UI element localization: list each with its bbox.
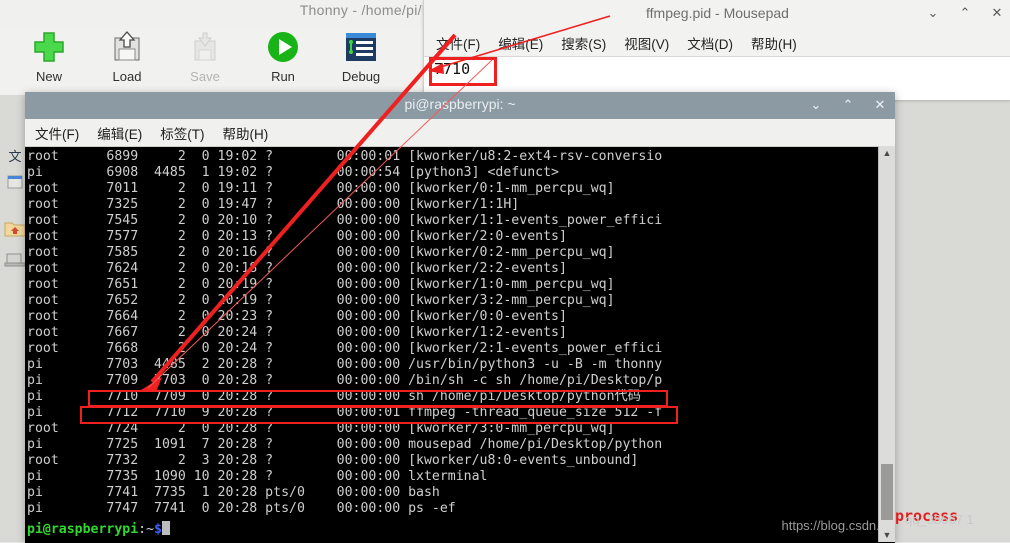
close-button[interactable]: ✕ bbox=[989, 3, 1005, 23]
maximize-button[interactable]: ⌃ bbox=[841, 95, 855, 115]
prompt-user-host: pi@raspberrypi bbox=[27, 522, 139, 537]
debug-label: Debug bbox=[341, 69, 381, 84]
menu-item-view[interactable]: 视图(V) bbox=[624, 33, 669, 53]
menu-item-file[interactable]: 文件(F) bbox=[35, 123, 79, 143]
mousepad-window-buttons: ⌄ ⌃ ✕ bbox=[925, 3, 1005, 23]
load-button[interactable]: Load bbox=[88, 26, 166, 84]
save-label: Save bbox=[190, 69, 220, 84]
close-button[interactable]: ✕ bbox=[873, 95, 887, 115]
menu-item-tabs[interactable]: 标签(T) bbox=[160, 123, 204, 143]
highlight-box-row-7710 bbox=[88, 390, 668, 407]
play-icon bbox=[244, 26, 322, 68]
save-button[interactable]: Save bbox=[166, 26, 244, 84]
terminal-cursor bbox=[162, 521, 170, 535]
terminal-titlebar[interactable]: pi@raspberrypi: ~ ⌄ ⌃ ✕ bbox=[25, 92, 895, 119]
load-label: Load bbox=[112, 69, 142, 84]
menu-item-help[interactable]: 帮助(H) bbox=[751, 33, 797, 53]
debug-button[interactable]: Debug bbox=[322, 26, 400, 84]
plus-icon bbox=[10, 26, 88, 68]
scroll-down-arrow-icon[interactable]: ▼ bbox=[879, 528, 895, 542]
floppy-save-icon bbox=[166, 26, 244, 68]
terminal-prompt-line: pi@raspberrypi:~$ bbox=[27, 521, 170, 538]
terminal-title: pi@raspberrypi: ~ bbox=[404, 96, 516, 112]
ps-ef-output: root 6899 2 0 19:02 ? 00:00:01 [kworker/… bbox=[27, 149, 663, 516]
terminal-output-area[interactable]: root 6899 2 0 19:02 ? 00:00:01 [kworker/… bbox=[25, 147, 895, 543]
menu-item-file[interactable]: 文件(F) bbox=[436, 33, 480, 53]
run-button[interactable]: Run bbox=[244, 26, 322, 84]
menu-item-search[interactable]: 搜索(S) bbox=[561, 33, 606, 53]
prompt-symbol: $ bbox=[154, 522, 162, 537]
mousepad-menubar: 文件(F) 编辑(E) 搜索(S) 视图(V) 文档(D) 帮助(H) bbox=[424, 29, 1010, 57]
minimize-button[interactable]: ⌄ bbox=[925, 3, 941, 23]
new-button[interactable]: New bbox=[10, 26, 88, 84]
menu-item-document[interactable]: 文档(D) bbox=[687, 33, 733, 53]
scrollbar-thumb[interactable] bbox=[881, 464, 893, 520]
minimize-button[interactable]: ⌄ bbox=[809, 95, 823, 115]
highlight-box-row-7712 bbox=[80, 406, 678, 424]
terminal-window-buttons: ⌄ ⌃ ✕ bbox=[809, 95, 887, 115]
maximize-button[interactable]: ⌃ bbox=[957, 3, 973, 23]
mousepad-titlebar[interactable]: ffmpeg.pid - Mousepad ⌄ ⌃ ✕ bbox=[424, 0, 1010, 29]
debug-icon bbox=[322, 26, 400, 68]
run-label: Run bbox=[271, 69, 295, 84]
prompt-path: :~ bbox=[138, 522, 155, 537]
scroll-up-arrow-icon[interactable]: ▲ bbox=[879, 146, 895, 160]
highlight-box-pid-value bbox=[429, 57, 497, 86]
mousepad-title: ffmpeg.pid - Mousepad bbox=[646, 5, 789, 21]
menu-item-help[interactable]: 帮助(H) bbox=[223, 123, 269, 143]
watermark-url: https://blog.csdn.n bbox=[781, 518, 887, 533]
terminal-scrollbar[interactable]: ▲ ▼ bbox=[878, 146, 895, 542]
new-label: New bbox=[35, 69, 62, 84]
floppy-open-icon bbox=[88, 26, 166, 68]
watermark-grey-text: qq_38667 1 bbox=[905, 512, 974, 527]
mousepad-window[interactable]: ffmpeg.pid - Mousepad ⌄ ⌃ ✕ 文件(F) 编辑(E) … bbox=[423, 0, 1010, 100]
lxterminal-window[interactable]: pi@raspberrypi: ~ ⌄ ⌃ ✕ 文件(F) 编辑(E) 标签(T… bbox=[25, 92, 895, 543]
menu-item-edit[interactable]: 编辑(E) bbox=[97, 123, 142, 143]
menu-item-edit[interactable]: 编辑(E) bbox=[498, 33, 543, 53]
terminal-menubar: 文件(F) 编辑(E) 标签(T) 帮助(H) bbox=[25, 119, 895, 147]
